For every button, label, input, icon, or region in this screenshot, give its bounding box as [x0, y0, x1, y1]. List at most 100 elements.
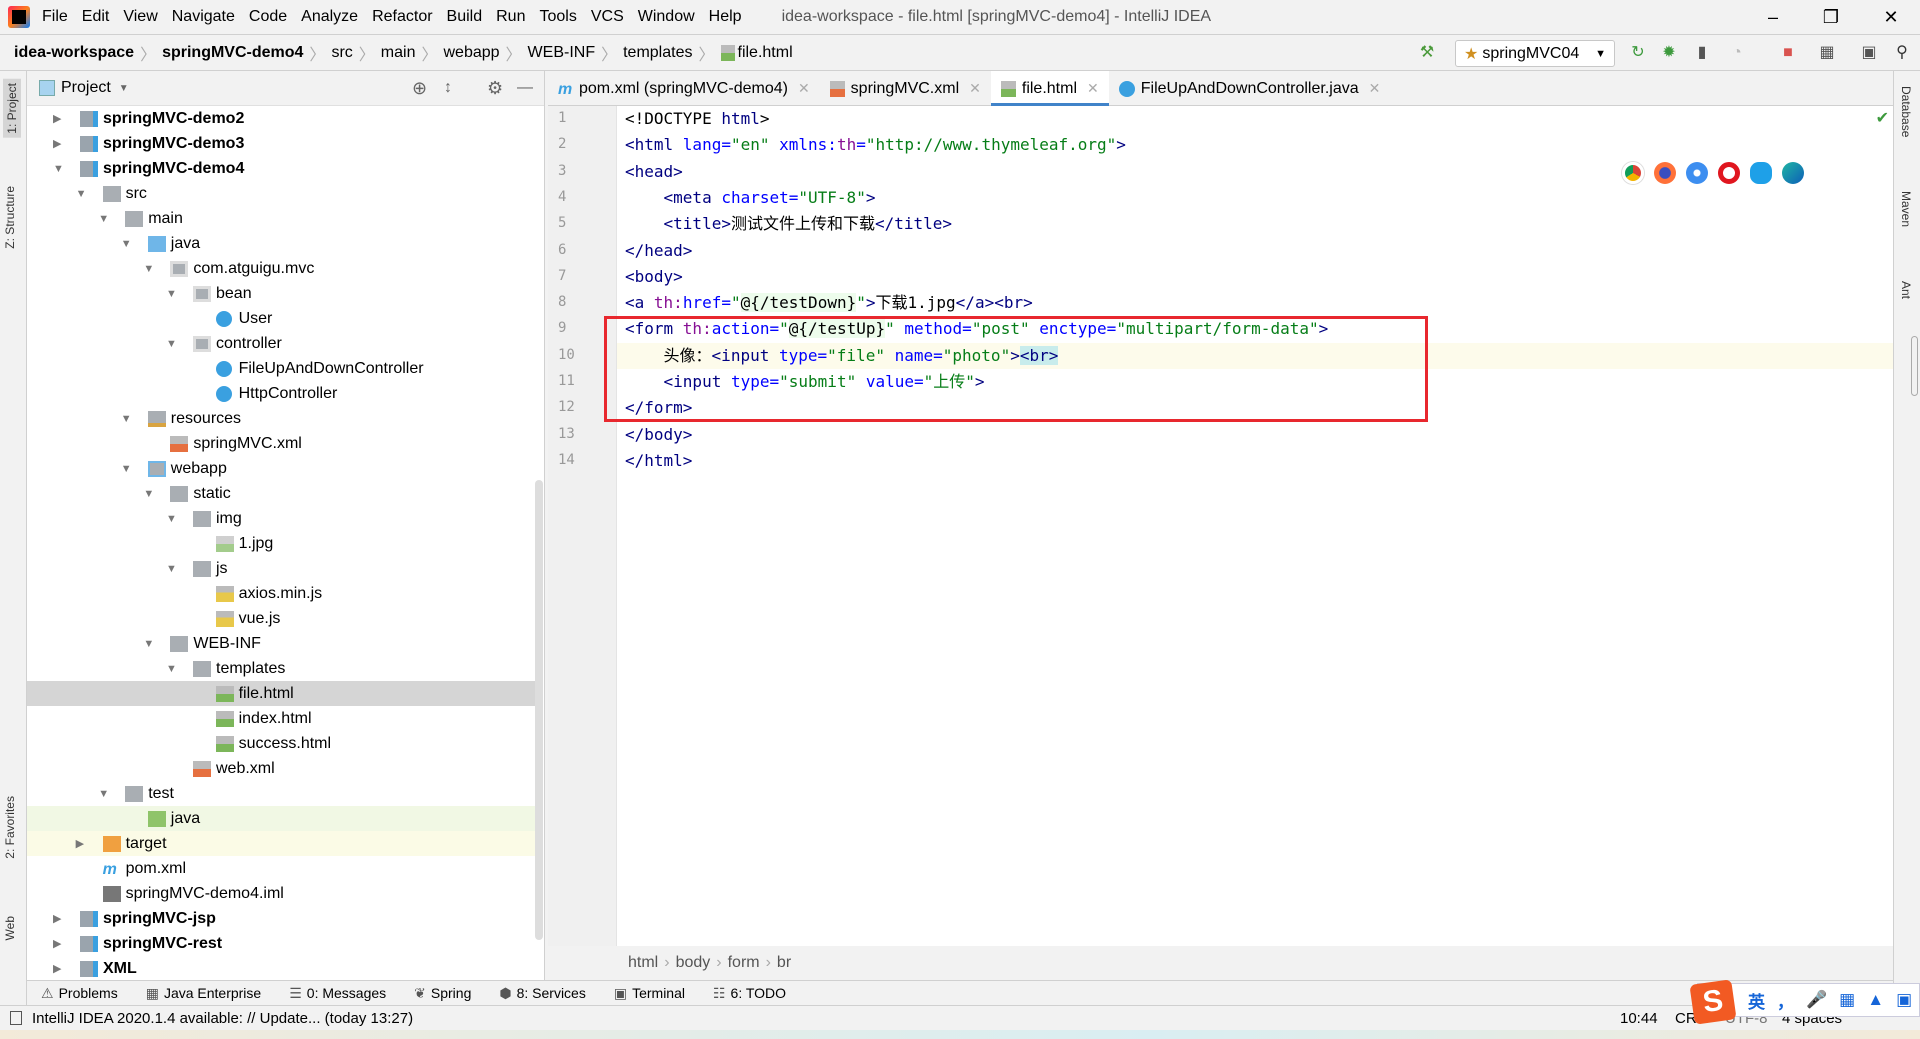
tree-item[interactable]: ▼ resources: [27, 406, 535, 431]
tree-item[interactable]: ▼ main: [27, 206, 535, 231]
code-line[interactable]: <html lang="en" xmlns:th="http://www.thy…: [625, 132, 1126, 158]
tree-item[interactable]: ▼ bean: [27, 281, 535, 306]
restore-button[interactable]: ❐: [1802, 0, 1860, 35]
collapse-all-icon[interactable]: ↕: [444, 79, 452, 97]
expand-arrow-icon[interactable]: ▼: [76, 188, 87, 200]
run-config-select[interactable]: ★ springMVC04 ▼: [1455, 40, 1615, 67]
minimize-button[interactable]: –: [1744, 0, 1802, 35]
ime-mode[interactable]: 英: [1748, 988, 1765, 1013]
close-tab-icon[interactable]: ✕: [1369, 80, 1381, 97]
code-line[interactable]: <body>: [625, 264, 683, 290]
edge-icon[interactable]: [1782, 162, 1804, 184]
stop-icon[interactable]: ■: [1779, 44, 1797, 62]
code-line[interactable]: </html>: [625, 448, 692, 474]
coverage-icon[interactable]: ▮: [1693, 44, 1711, 62]
close-tab-icon[interactable]: ✕: [969, 80, 981, 97]
tab-database-tool[interactable]: Database: [1899, 86, 1913, 137]
menu-help[interactable]: Help: [709, 8, 742, 26]
expand-arrow-icon[interactable]: ▼: [143, 638, 154, 650]
close-tab-icon[interactable]: ✕: [1087, 80, 1099, 97]
tree-item[interactable]: ▼ java: [27, 231, 535, 256]
close-window-button[interactable]: ✕: [1862, 0, 1920, 35]
menu-vcs[interactable]: VCS: [591, 8, 624, 26]
menu-build[interactable]: Build: [447, 8, 483, 26]
expand-arrow-icon[interactable]: ▼: [53, 163, 64, 175]
hide-icon[interactable]: —: [517, 79, 533, 97]
crumb-webapp[interactable]: webapp: [443, 44, 499, 62]
profile-icon[interactable]: ◔: [1728, 44, 1746, 62]
menu-run[interactable]: Run: [496, 8, 525, 26]
crumb-file[interactable]: file.html: [738, 44, 793, 62]
status-toggle-icon[interactable]: [10, 1011, 22, 1025]
search-icon[interactable]: ⚲: [1893, 44, 1911, 62]
tree-item[interactable]: file.html: [27, 681, 535, 706]
tree-item[interactable]: ▼ springMVC-demo4: [27, 156, 535, 181]
project-structure-icon[interactable]: ▦: [1818, 44, 1836, 62]
tool-window-button[interactable]: ▦ Java Enterprise: [146, 985, 262, 1002]
tree-item[interactable]: ▼ static: [27, 481, 535, 506]
tree-item[interactable]: ▼ test: [27, 781, 535, 806]
menu-window[interactable]: Window: [638, 8, 695, 26]
tool-window-button[interactable]: ⚠ Problems: [41, 985, 118, 1002]
opera-icon[interactable]: [1718, 162, 1740, 184]
expand-arrow-icon[interactable]: ▼: [121, 238, 132, 250]
tool-window-button[interactable]: ▣ Terminal: [614, 985, 685, 1002]
menu-code[interactable]: Code: [249, 8, 287, 26]
tree-item[interactable]: ▶ XML: [27, 956, 535, 981]
menu-edit[interactable]: Edit: [82, 8, 110, 26]
tree-item[interactable]: m pom.xml: [27, 856, 535, 881]
code-line[interactable]: <a th:href="@{/testDown}">下载1.jpg</a><br…: [625, 290, 1033, 316]
tree-item[interactable]: ▼ js: [27, 556, 535, 581]
collapse-arrow-icon[interactable]: ▶: [53, 137, 61, 150]
tree-item[interactable]: ▼ src: [27, 181, 535, 206]
collapse-arrow-icon[interactable]: ▶: [53, 937, 61, 950]
expand-arrow-icon[interactable]: ▼: [166, 513, 177, 525]
code-editor[interactable]: 1 2 3 4 5 6 7 8 9 10 11 12 13 14 <!DOCTYPE html> <html…: [548, 106, 1893, 946]
code-line[interactable]: <meta charset="UTF-8">: [625, 185, 876, 211]
tree-item[interactable]: User: [27, 306, 535, 331]
tree-item[interactable]: index.html: [27, 706, 535, 731]
status-message[interactable]: IntelliJ IDEA 2020.1.4 available: // Upd…: [32, 1010, 413, 1027]
menu-view[interactable]: View: [123, 8, 157, 26]
collapse-arrow-icon[interactable]: ▶: [53, 112, 61, 125]
ime-punct[interactable]: ，: [1777, 988, 1794, 1013]
microphone-icon[interactable]: 🎤: [1806, 990, 1827, 1010]
expand-arrow-icon[interactable]: ▼: [98, 788, 109, 800]
crumb-src[interactable]: src: [331, 44, 352, 62]
safari-icon[interactable]: [1686, 162, 1708, 184]
expand-arrow-icon[interactable]: ▼: [121, 413, 132, 425]
tree-item[interactable]: java: [27, 806, 535, 831]
project-view-select[interactable]: Project: [61, 79, 111, 97]
tree-item[interactable]: springMVC-demo4.iml: [27, 881, 535, 906]
code-line[interactable]: </head>: [625, 238, 692, 264]
collapse-arrow-icon[interactable]: ▶: [53, 912, 61, 925]
editor-tab[interactable]: springMVC.xml ✕: [820, 71, 991, 106]
tree-item[interactable]: axios.min.js: [27, 581, 535, 606]
tab-favorites-tool[interactable]: 2: Favorites: [3, 796, 17, 859]
tab-maven-tool[interactable]: Maven: [1899, 191, 1913, 227]
tree-item[interactable]: springMVC.xml: [27, 431, 535, 456]
menu-analyze[interactable]: Analyze: [301, 8, 358, 26]
tree-item[interactable]: ▶ springMVC-rest: [27, 931, 535, 956]
chrome-icon[interactable]: [1622, 162, 1644, 184]
tool-window-button[interactable]: ❦ Spring: [414, 985, 471, 1002]
tree-item[interactable]: ▼ com.atguigu.mvc: [27, 256, 535, 281]
caret-position[interactable]: 10:44: [1620, 1010, 1658, 1027]
crumb-main[interactable]: main: [381, 44, 416, 62]
expand-arrow-icon[interactable]: ▼: [98, 213, 109, 225]
menu-file[interactable]: File: [42, 8, 68, 26]
tree-item[interactable]: ▼ webapp: [27, 456, 535, 481]
editor-tab[interactable]: file.html ✕: [990, 71, 1109, 107]
menu-refactor[interactable]: Refactor: [372, 8, 432, 26]
crumb-form[interactable]: form: [728, 954, 760, 972]
collapse-arrow-icon[interactable]: ▶: [53, 962, 61, 975]
collapse-arrow-icon[interactable]: ▶: [76, 837, 84, 850]
tree-item[interactable]: ▼ img: [27, 506, 535, 531]
code-line[interactable]: <title>测试文件上传和下载</title>: [625, 211, 953, 237]
firefox-icon[interactable]: [1654, 162, 1676, 184]
keyboard-icon[interactable]: ▦: [1839, 990, 1855, 1010]
gear-icon[interactable]: ⚙: [487, 78, 503, 99]
expand-arrow-icon[interactable]: ▼: [121, 463, 132, 475]
editor-tab[interactable]: FileUpAndDownController.java ✕: [1109, 71, 1391, 106]
expand-arrow-icon[interactable]: ▼: [166, 288, 177, 300]
